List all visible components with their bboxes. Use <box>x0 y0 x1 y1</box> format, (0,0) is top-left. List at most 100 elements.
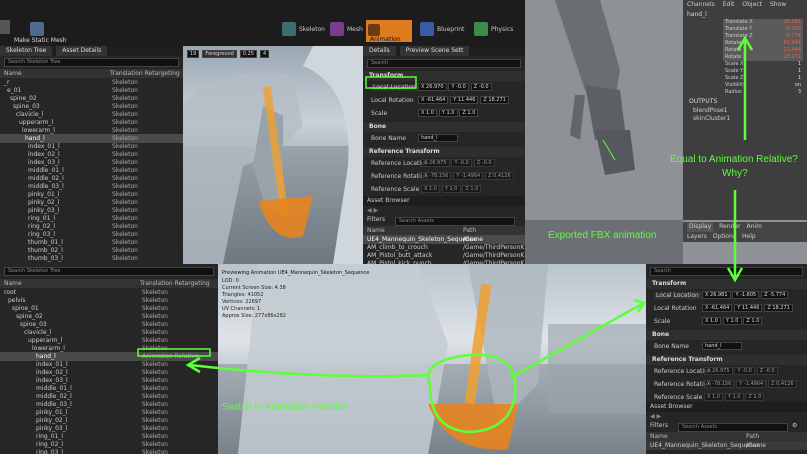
bottom-scale-x[interactable]: X 1.0 <box>702 317 721 325</box>
top-asset-filters[interactable]: Filters <box>367 216 385 223</box>
menu-show[interactable]: Show <box>770 0 786 10</box>
bottom-loc-y[interactable]: Y -1.605 <box>732 291 760 299</box>
menu-channels[interactable]: Channels <box>687 0 715 10</box>
channel-row[interactable]: Translate Z -0.774 <box>723 33 803 40</box>
make-static-mesh-icon[interactable] <box>30 22 44 36</box>
menu-options[interactable]: Options <box>713 232 736 242</box>
channel-value[interactable]: on <box>795 82 801 89</box>
top-rot-z[interactable]: Z 18.271 <box>480 96 509 104</box>
tab-render[interactable]: Render <box>719 222 740 232</box>
tab-skeleton-tree[interactable]: Skeleton Tree <box>0 46 53 56</box>
bottom-asset-filters[interactable]: Filters <box>650 422 668 429</box>
bottom-loc-z[interactable]: Z -5.774 <box>761 291 789 299</box>
channel-value[interactable]: 1 <box>798 61 801 68</box>
tree-row[interactable]: thumb_03_l Skeleton <box>0 254 183 263</box>
tab-animation[interactable]: Animation <box>366 20 412 43</box>
top-viewport[interactable]: 19 Foreground 0.25 4 <box>183 46 363 264</box>
top-scale-y[interactable]: Y 1.0 <box>438 109 458 117</box>
channel-value[interactable]: 1 <box>798 75 801 82</box>
bottom-local-location-label[interactable]: Local Location <box>654 292 701 299</box>
channel-row[interactable]: Translate X 26.981 <box>723 19 803 26</box>
make-static-mesh-label[interactable]: Make Static Mesh <box>14 37 67 44</box>
top-transform-category[interactable]: Transform <box>363 71 525 81</box>
retarget-dropdown[interactable]: Skeleton <box>142 448 168 454</box>
bottom-rot-z[interactable]: Z 18.271 <box>764 304 793 312</box>
channel-value[interactable]: -0.774 <box>785 33 801 40</box>
channel-row[interactable]: Rotate Y 11.446 <box>723 47 803 54</box>
bottom-reference-transform-category[interactable]: Reference Transform <box>646 355 807 365</box>
top-scale-x[interactable]: X 1.0 <box>418 109 437 117</box>
menu-layers[interactable]: Layers <box>687 232 707 242</box>
bottom-ref-loc-z: Z -0.0 <box>756 367 778 375</box>
retarget-dropdown[interactable]: Skeleton <box>112 254 138 263</box>
top-rot-x[interactable]: X -61.464 <box>418 96 449 104</box>
bottom-rot-y[interactable]: Y 11.446 <box>734 304 763 312</box>
channel-value[interactable]: -61.464 <box>782 40 801 47</box>
bottom-scale-z[interactable]: Z 1.0 <box>743 317 763 325</box>
top-asset-search[interactable]: Search Assets <box>395 217 515 226</box>
tab-mesh[interactable]: Mesh <box>330 22 363 36</box>
channel-row[interactable]: Translate Y -0.003 <box>723 26 803 33</box>
back-arrow-icon[interactable]: ◀ <box>367 207 372 214</box>
bone-name: spine_03 <box>20 321 47 328</box>
top-bone-name-value[interactable]: hand_l <box>418 134 458 142</box>
back-arrow-icon[interactable]: ◀ <box>650 413 655 420</box>
tree-row[interactable]: ring_03_l Skeleton <box>0 448 218 454</box>
top-reference-transform-category[interactable]: Reference Transform <box>363 147 525 157</box>
bottom-scale-y[interactable]: Y 1.0 <box>722 317 742 325</box>
bottom-asset-browser-title[interactable]: Asset Browser <box>650 403 693 410</box>
top-asset-browser-title[interactable]: Asset Browser <box>367 197 410 204</box>
bottom-details-search[interactable]: Search <box>650 267 803 276</box>
tab-details[interactable]: Details <box>363 46 396 56</box>
channel-value[interactable]: 26.981 <box>784 19 802 26</box>
channel-row[interactable]: Radius 3 <box>723 89 803 96</box>
bottom-local-rotation-label[interactable]: Local Rotation <box>654 305 697 312</box>
channel-value[interactable]: 11.446 <box>784 47 802 54</box>
channel-value[interactable]: 3 <box>798 89 801 96</box>
bottom-asset-row[interactable]: UE4_Mannequin_Skeleton_Sequence /Game <box>646 441 807 450</box>
channel-row[interactable]: Visibility on <box>723 82 803 89</box>
output-blendpose[interactable]: blendPose1 <box>693 107 728 114</box>
channel-row[interactable]: Scale Z 1 <box>723 75 803 82</box>
top-scale-z[interactable]: Z 1.0 <box>459 109 479 117</box>
tab-asset-details[interactable]: Asset Details <box>56 46 108 56</box>
tab-preview-scene-settings[interactable]: Preview Scene Sett <box>399 46 470 56</box>
top-rot-y[interactable]: Y 11.446 <box>450 96 479 104</box>
channel-row[interactable]: Rotate X -61.464 <box>723 40 803 47</box>
bottom-bone-category[interactable]: Bone <box>646 330 807 340</box>
settings-icon[interactable]: ⚙ <box>792 422 797 429</box>
channel-value[interactable]: 18.271 <box>784 54 802 61</box>
tab-blueprint[interactable]: Blueprint <box>420 22 464 36</box>
channel-row[interactable]: Scale X 1 <box>723 61 803 68</box>
bottom-transform-category[interactable]: Transform <box>646 279 807 289</box>
channel-row[interactable]: Scale Y 1 <box>723 68 803 75</box>
tab-physics[interactable]: Physics <box>474 22 513 36</box>
top-local-rotation-label[interactable]: Local Rotation <box>371 97 414 104</box>
forward-arrow-icon[interactable]: ▶ <box>374 207 379 214</box>
channel-value[interactable]: -0.003 <box>785 26 801 33</box>
channel-value[interactable]: 1 <box>798 68 801 75</box>
tab-display[interactable]: Display <box>687 222 714 232</box>
bone-name: hand_l <box>36 353 56 360</box>
bottom-rot-x[interactable]: X -61.464 <box>702 304 733 312</box>
channel-row[interactable]: Rotate Z 18.271 <box>723 54 803 61</box>
top-local-location-label[interactable]: Local Location <box>371 84 418 91</box>
bottom-asset-search[interactable]: Search Assets <box>678 423 788 432</box>
tab-skeleton[interactable]: Skeleton <box>282 22 325 36</box>
bottom-viewport[interactable]: LOD: 0 Current Screen Size: 4.38 Triangl… <box>218 264 646 454</box>
forward-arrow-icon[interactable]: ▶ <box>657 413 662 420</box>
menu-help[interactable]: Help <box>742 232 756 242</box>
bottom-tree-search[interactable]: Search Skeleton Tree <box>4 267 214 276</box>
top-tree-search[interactable]: Search Skeleton Tree <box>4 58 179 67</box>
top-bone-category[interactable]: Bone <box>363 122 525 132</box>
tab-anim[interactable]: Anim <box>747 222 762 232</box>
menu-edit[interactable]: Edit <box>723 0 735 10</box>
top-loc-y[interactable]: Y -0.0 <box>448 83 469 91</box>
top-details-search[interactable]: Search <box>367 59 521 68</box>
output-skincluster[interactable]: skinCluster1 <box>693 115 730 122</box>
bottom-bone-name-value[interactable]: hand_l <box>702 342 742 350</box>
menu-object[interactable]: Object <box>742 0 762 10</box>
top-loc-z[interactable]: Z -0.0 <box>470 83 492 91</box>
top-loc-x[interactable]: X 26.970 <box>418 83 447 91</box>
bottom-loc-x[interactable]: X 26.981 <box>702 291 731 299</box>
